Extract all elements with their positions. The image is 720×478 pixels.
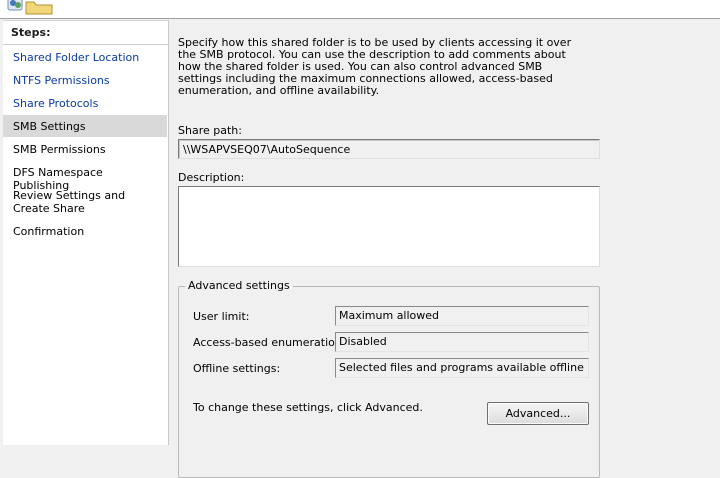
user-limit-field: Maximum allowed bbox=[335, 306, 589, 326]
steps-header: Steps: bbox=[3, 21, 168, 45]
description-textarea[interactable] bbox=[178, 186, 600, 267]
share-folder-icon bbox=[7, 0, 53, 15]
offline-settings-field: Selected files and programs available of… bbox=[335, 358, 589, 378]
step-smb-settings: SMB Settings bbox=[3, 115, 167, 137]
abe-label: Access-based enumeration: bbox=[193, 336, 346, 349]
step-label: Confirmation bbox=[13, 225, 85, 238]
share-path-label: Share path: bbox=[178, 124, 242, 137]
wizard-header bbox=[0, 0, 720, 19]
steps-panel: Steps: Shared Folder Location NTFS Permi… bbox=[3, 20, 169, 445]
smb-settings-page: Specify how this shared folder is to be … bbox=[170, 20, 720, 478]
advanced-settings-title: Advanced settings bbox=[185, 279, 293, 292]
step-share-protocols[interactable]: Share Protocols bbox=[3, 97, 167, 110]
step-smb-permissions: SMB Permissions bbox=[3, 143, 167, 156]
advanced-settings-group: Advanced settings User limit: Maximum al… bbox=[178, 279, 600, 478]
step-label: Shared Folder Location bbox=[13, 51, 140, 64]
user-limit-value: Maximum allowed bbox=[339, 309, 440, 322]
step-label: NTFS Permissions bbox=[13, 74, 110, 87]
advanced-hint-text: To change these settings, click Advanced… bbox=[193, 401, 423, 414]
user-limit-label: User limit: bbox=[193, 310, 250, 323]
offline-settings-label: Offline settings: bbox=[193, 362, 281, 375]
step-shared-folder-location[interactable]: Shared Folder Location bbox=[3, 51, 167, 64]
step-label: SMB Permissions bbox=[13, 143, 106, 156]
step-label: Share Protocols bbox=[13, 97, 99, 110]
share-path-field[interactable]: \\WSAPVSEQ07\AutoSequence bbox=[178, 139, 600, 159]
step-confirmation: Confirmation bbox=[3, 225, 167, 238]
advanced-button[interactable]: Advanced... bbox=[487, 402, 589, 425]
abe-value: Disabled bbox=[339, 335, 387, 348]
steps-title: Steps: bbox=[11, 26, 51, 39]
description-label: Description: bbox=[178, 171, 245, 184]
abe-field: Disabled bbox=[335, 332, 589, 352]
step-ntfs-permissions[interactable]: NTFS Permissions bbox=[3, 74, 167, 87]
step-label: Review Settings and Create Share bbox=[13, 189, 126, 215]
step-review-settings: Review Settings and Create Share bbox=[3, 189, 167, 215]
step-label: SMB Settings bbox=[13, 120, 86, 133]
offline-settings-value: Selected files and programs available of… bbox=[339, 361, 584, 374]
intro-text: Specify how this shared folder is to be … bbox=[178, 36, 572, 97]
share-path-value: \\WSAPVSEQ07\AutoSequence bbox=[183, 143, 351, 156]
